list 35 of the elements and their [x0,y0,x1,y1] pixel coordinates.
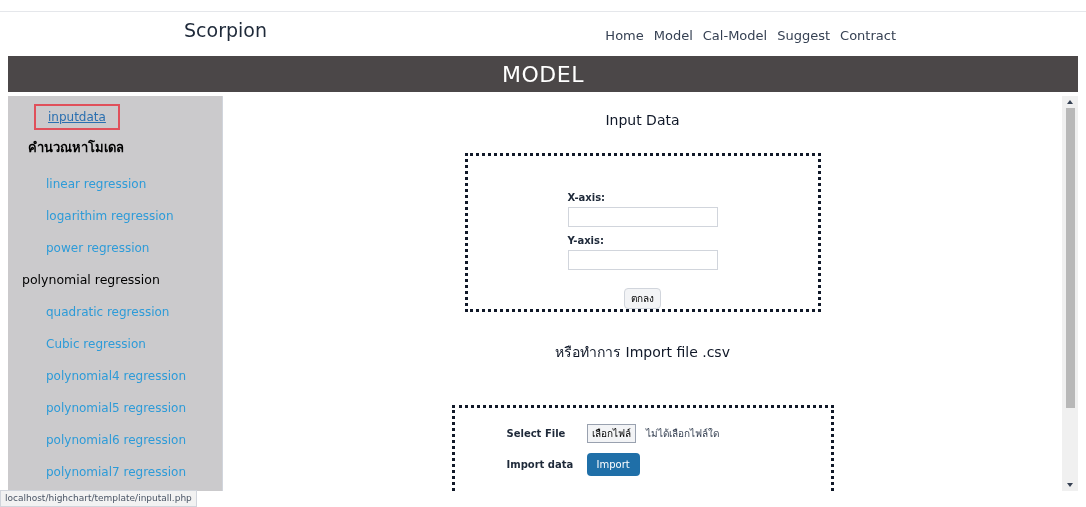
highlighted-sidebar-link[interactable]: inputdata [34,104,120,130]
import-heading: หรือทำการ Import file .csv [555,343,730,362]
sidebar-link[interactable]: power regression [8,231,222,264]
import-button[interactable]: Import [586,453,640,476]
scroll-down-icon[interactable] [1067,483,1073,487]
nav-link[interactable]: Suggest [777,26,831,46]
import-data-label: Import data [506,458,575,472]
scroll-up-icon[interactable] [1067,100,1073,104]
sidebar-link[interactable]: polynomial5 regression [8,392,222,425]
nav-link[interactable]: Model [653,26,693,46]
sidebar-link[interactable]: logarithim regression [8,199,222,232]
banner-title: MODEL [501,60,585,89]
field-label: X-axis: [567,191,607,205]
input-field[interactable] [567,250,718,270]
sidebar-link[interactable]: polynomial6 regression [8,424,222,457]
sidebar-heading: คำนวณหาโมเดล [27,139,125,157]
sidebar-link[interactable]: polynomial4 regression [8,360,222,393]
sidebar-link[interactable]: linear regression [8,167,222,200]
section-title: Input Data [605,111,680,130]
scrollbar-thumb[interactable] [1065,108,1075,408]
sidebar-link[interactable]: quadratic regression [8,296,222,329]
sidebar-link[interactable]: polynomial7 regression [8,456,222,489]
scrollbar[interactable] [1062,96,1078,491]
site-brand[interactable]: Scorpion [184,16,267,45]
field-label: Y-axis: [567,234,605,248]
nav-link[interactable]: Home [605,26,644,46]
submit-button[interactable]: ตกลง [624,288,661,309]
nav-link[interactable]: Cal-Model [702,26,768,46]
input-field[interactable] [567,207,718,227]
nav-link[interactable]: Contract [840,26,896,46]
sidebar-subheading: polynomial regression [21,270,161,289]
sidebar-link[interactable]: Cubic regression [8,328,222,361]
file-status-text: ไม่ได้เลือกไฟล์ใด [645,427,719,441]
choose-file-button[interactable]: เลือกไฟล์ [586,424,636,443]
select-file-label: Select File [506,427,567,441]
